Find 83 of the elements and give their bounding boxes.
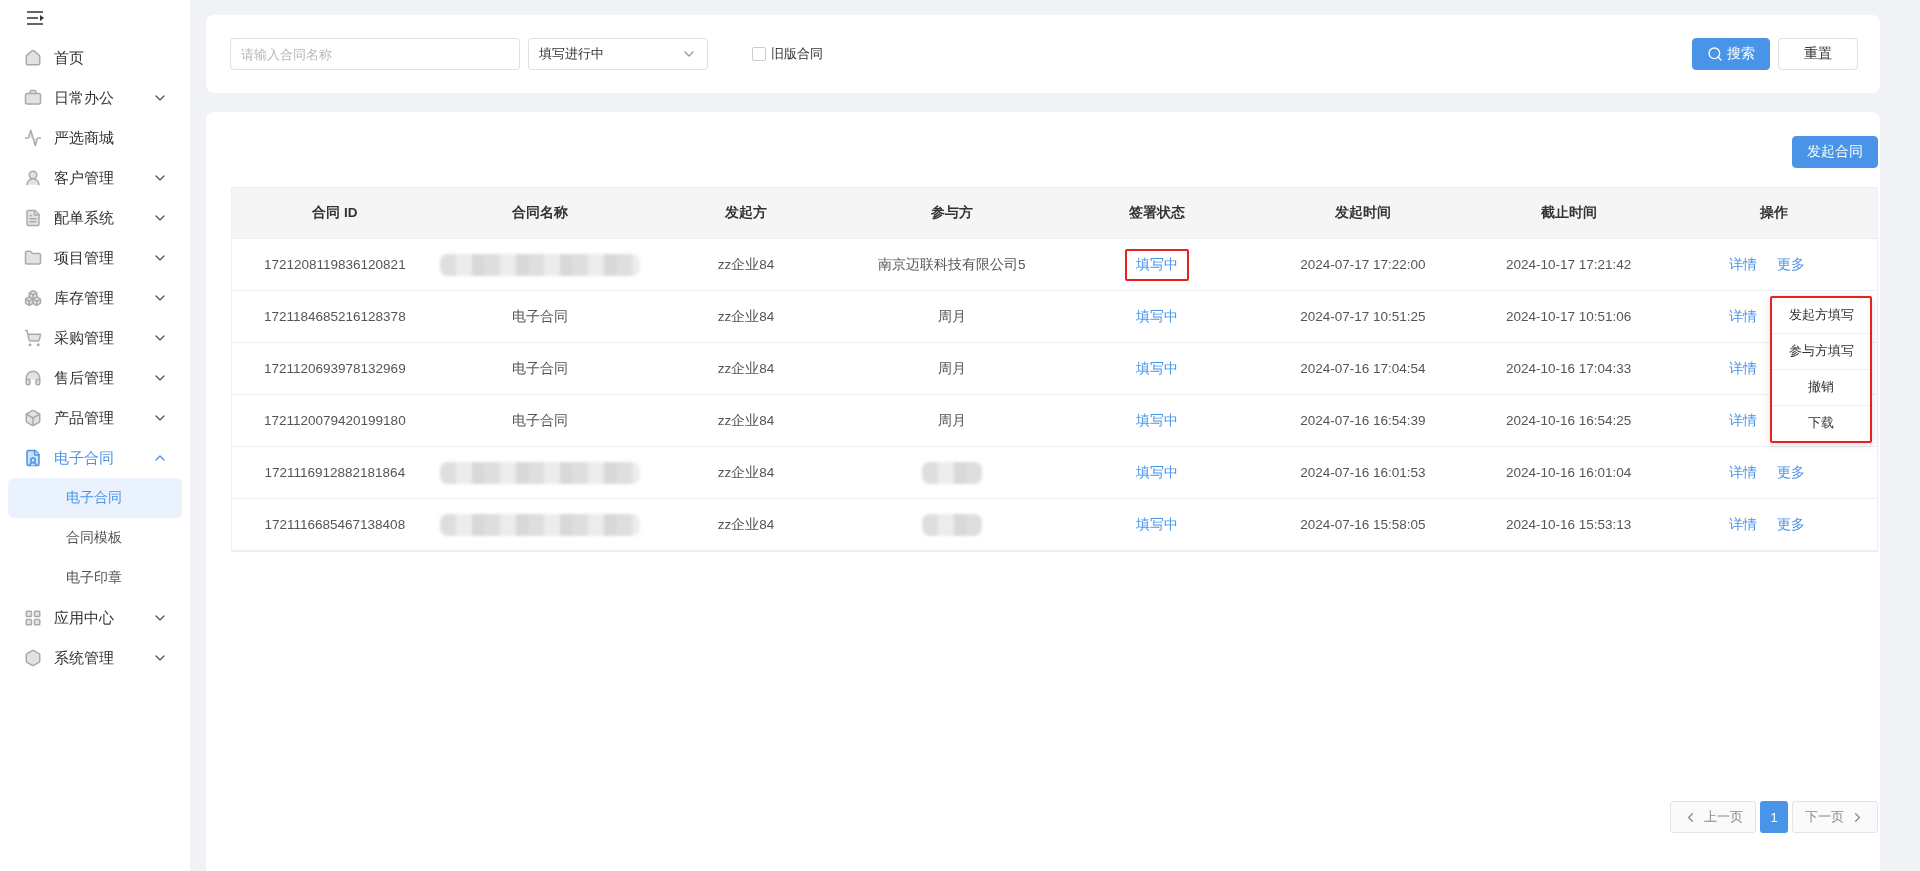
sidebar-subitem[interactable]: 电子印章 — [8, 558, 182, 598]
table-cell: 2024-10-16 16:01:04 — [1505, 465, 1632, 480]
home-icon — [24, 49, 42, 67]
table-cell: 周月 — [937, 411, 966, 430]
table-cell: 2024-10-16 17:04:33 — [1505, 361, 1632, 376]
hexagon-icon — [24, 649, 42, 667]
table-cell: 2024-07-16 16:54:39 — [1300, 413, 1426, 428]
sidebar-subitem[interactable]: 合同模板 — [8, 518, 182, 558]
status-text: 填写中 — [1135, 515, 1180, 534]
table-cell: 周月 — [937, 359, 966, 378]
table-cell: 2024-07-17 17:22:00 — [1300, 257, 1426, 272]
menu-icon[interactable] — [26, 10, 46, 26]
column-header: 发起时间 — [1334, 204, 1391, 222]
headset-icon — [24, 369, 42, 387]
briefcase-icon — [24, 89, 42, 107]
sidebar-item[interactable]: 客户管理 — [0, 158, 190, 198]
sidebar-item[interactable]: 采购管理 — [0, 318, 190, 358]
status-text: 填写中 — [1125, 248, 1190, 281]
column-header: 合同名称 — [512, 204, 569, 222]
table-cell: 电子合同 — [512, 411, 569, 430]
table-cell: 2024-07-17 10:51:25 — [1300, 309, 1426, 324]
status-text: 填写中 — [1135, 463, 1180, 482]
menu-item[interactable]: 下载 — [1772, 405, 1871, 441]
user-icon — [24, 169, 42, 187]
checkbox-label: 旧版合同 — [771, 45, 823, 63]
table-cell: zz企业84 — [717, 463, 775, 482]
sidebar-item[interactable]: 库存管理 — [0, 278, 190, 318]
column-header: 参与方 — [930, 204, 973, 222]
table-cell: 2024-07-16 17:04:54 — [1300, 361, 1426, 376]
sidebar-item[interactable]: 配单系统 — [0, 198, 190, 238]
status-dropdown[interactable]: 填写进行中 — [528, 38, 708, 70]
box-icon — [24, 409, 42, 427]
column-header: 操作 — [1760, 204, 1789, 222]
status-text: 填写中 — [1135, 359, 1180, 378]
table-cell: 1721116685467138408 — [264, 517, 406, 532]
table-cell: 2024-10-17 10:51:06 — [1505, 309, 1632, 324]
search-icon — [1707, 46, 1723, 62]
sidebar-item[interactable]: 项目管理 — [0, 238, 190, 278]
table-cell: zz企业84 — [717, 411, 775, 430]
table-cell: 1721116912882181864 — [264, 465, 406, 480]
table-cell: 2024-07-16 16:01:53 — [1300, 465, 1426, 480]
table-cell: 1721184685216128378 — [264, 309, 406, 324]
sidebar-item[interactable]: 应用中心 — [0, 598, 190, 638]
sidebar-item[interactable]: 日常办公 — [0, 78, 190, 118]
document-icon — [24, 209, 42, 227]
table-cell: 2024-07-16 15:58:05 — [1300, 517, 1426, 532]
sidebar-item[interactable]: 售后管理 — [0, 358, 190, 398]
cart-icon — [24, 329, 42, 347]
chart-icon — [24, 129, 42, 147]
sidebar-item[interactable]: 严选商城 — [0, 118, 190, 158]
table-cell: zz企业84 — [717, 515, 775, 534]
table-cell: zz企业84 — [717, 255, 775, 274]
sidebar-item[interactable]: 产品管理 — [0, 398, 190, 438]
column-header: 签署状态 — [1129, 204, 1186, 222]
boxes-icon — [24, 289, 42, 307]
table-cell: 南京迈联科技有限公司5 — [877, 255, 1026, 274]
column-header: 截止时间 — [1540, 204, 1597, 222]
table-cell: 周月 — [937, 307, 966, 326]
table-cell: 2024-10-16 16:54:25 — [1505, 413, 1632, 428]
table-cell: 1721120079420199180 — [264, 413, 406, 428]
sidebar-item[interactable]: 系统管理 — [0, 638, 190, 678]
menu-item[interactable]: 发起方填写 — [1772, 297, 1871, 334]
table-cell: zz企业84 — [717, 307, 775, 326]
table-cell: 电子合同 — [512, 307, 569, 326]
grid-icon — [24, 609, 42, 627]
sidebar-item[interactable]: 首页 — [0, 38, 190, 78]
menu-item[interactable]: 参与方填写 — [1772, 333, 1871, 370]
table-cell: zz企业84 — [717, 359, 775, 378]
column-header: 发起方 — [725, 204, 768, 222]
menu-item[interactable]: 撤销 — [1772, 369, 1871, 406]
checkbox[interactable] — [752, 47, 766, 61]
table-cell: 1721208119836120821 — [264, 257, 406, 272]
contract-icon — [24, 449, 42, 467]
name-search-field[interactable]: 请输入合同名称 — [230, 38, 520, 70]
folder-icon — [24, 249, 42, 267]
reset-button[interactable]: 重置 — [1778, 38, 1858, 70]
status-text: 填写中 — [1135, 411, 1180, 430]
table-cell: 2024-10-16 15:53:13 — [1505, 517, 1632, 532]
table-cell: 2024-10-17 17:21:42 — [1505, 257, 1632, 272]
table-cell: 电子合同 — [512, 359, 569, 378]
table-cell: 1721120693978132969 — [264, 361, 406, 376]
status-text: 填写中 — [1135, 307, 1180, 326]
column-header: 合同 ID — [312, 204, 358, 222]
